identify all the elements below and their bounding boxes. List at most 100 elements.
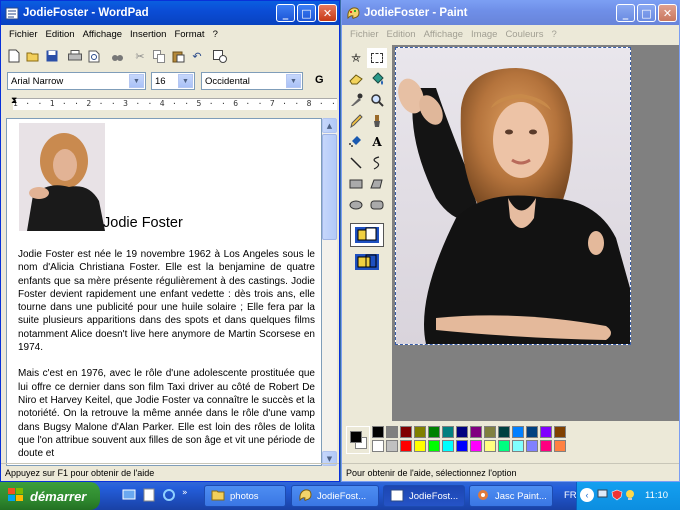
menu-image[interactable]: Image <box>467 29 501 40</box>
copy-icon[interactable] <box>150 47 168 65</box>
start-button[interactable]: démarrer <box>0 482 100 510</box>
rounded-rect-icon[interactable] <box>367 195 387 215</box>
print-preview-icon[interactable] <box>85 47 103 65</box>
task-jodie-paint[interactable]: JodieFost... <box>291 485 379 507</box>
notepad-icon[interactable] <box>142 488 156 505</box>
notification-icon[interactable] <box>625 489 635 504</box>
menu-affichage[interactable]: Affichage <box>79 29 126 40</box>
network-icon[interactable] <box>597 489 609 504</box>
palette-swatch[interactable] <box>442 426 454 438</box>
language-indicator[interactable]: FR <box>564 490 577 501</box>
wordpad-titlebar[interactable]: JodieFoster - WordPad _ □ ✕ <box>1 1 339 25</box>
selection-option-opaque-icon[interactable] <box>350 223 384 247</box>
palette-swatch[interactable] <box>470 426 482 438</box>
palette-swatch[interactable] <box>372 426 384 438</box>
find-icon[interactable] <box>108 47 126 65</box>
palette-swatch[interactable] <box>414 426 426 438</box>
palette-swatch[interactable] <box>512 426 524 438</box>
palette-swatch[interactable] <box>428 440 440 452</box>
menu-help[interactable]: ? <box>209 29 222 40</box>
scroll-thumb[interactable] <box>322 134 337 240</box>
document-scrollbar[interactable]: ▲ ▼ <box>322 118 337 466</box>
minimize-button[interactable]: _ <box>616 4 635 22</box>
save-icon[interactable] <box>43 47 61 65</box>
paint-titlebar[interactable]: JodieFoster - Paint _ □ ✕ <box>342 1 679 25</box>
palette-swatch[interactable] <box>386 426 398 438</box>
rectangle-icon[interactable] <box>346 174 366 194</box>
ie-icon[interactable] <box>162 488 176 505</box>
task-jasc-paint[interactable]: Jasc Paint... <box>469 485 553 507</box>
brush-icon[interactable] <box>367 111 387 131</box>
paste-icon[interactable] <box>169 47 187 65</box>
palette-swatch[interactable] <box>540 426 552 438</box>
palette-swatch[interactable] <box>498 426 510 438</box>
document-area[interactable]: Jodie Foster Jodie Foster est née le 19 … <box>6 118 322 466</box>
palette-swatch[interactable] <box>456 440 468 452</box>
palette-swatch[interactable] <box>414 440 426 452</box>
close-button[interactable]: ✕ <box>318 4 337 22</box>
palette-swatch[interactable] <box>484 426 496 438</box>
palette-swatch[interactable] <box>470 440 482 452</box>
security-shield-icon[interactable] <box>611 489 623 504</box>
tray-arrow-icon[interactable]: ‹ <box>580 488 594 502</box>
desktop-icon[interactable] <box>122 488 136 505</box>
open-icon[interactable] <box>24 47 42 65</box>
fill-icon[interactable] <box>367 69 387 89</box>
palette-swatch[interactable] <box>498 440 510 452</box>
font-size-select[interactable]: 16 ▼ <box>151 72 195 90</box>
close-button[interactable]: ✕ <box>658 4 677 22</box>
menu-help[interactable]: ? <box>547 29 560 40</box>
menu-fichier[interactable]: Fichier <box>5 29 42 40</box>
palette-swatch[interactable] <box>512 440 524 452</box>
pencil-icon[interactable] <box>346 111 366 131</box>
insert-date-icon[interactable] <box>211 47 229 65</box>
text-icon[interactable]: A <box>367 132 387 152</box>
print-icon[interactable] <box>66 47 84 65</box>
menu-edition[interactable]: Edition <box>42 29 79 40</box>
current-colors[interactable] <box>346 426 370 454</box>
font-name-select[interactable]: Arial Narrow ▼ <box>7 72 146 90</box>
palette-swatch[interactable] <box>442 440 454 452</box>
menu-couleurs[interactable]: Couleurs <box>501 29 547 40</box>
palette-swatch[interactable] <box>540 440 552 452</box>
clock[interactable]: 11:10 <box>645 490 668 501</box>
palette-swatch[interactable] <box>554 440 566 452</box>
palette-swatch[interactable] <box>456 426 468 438</box>
script-select[interactable]: Occidental ▼ <box>201 72 303 90</box>
minimize-button[interactable]: _ <box>276 4 295 22</box>
palette-swatch[interactable] <box>386 440 398 452</box>
ellipse-icon[interactable] <box>346 195 366 215</box>
palette-swatch[interactable] <box>400 440 412 452</box>
menu-edition[interactable]: Edition <box>383 29 420 40</box>
palette-swatch[interactable] <box>428 426 440 438</box>
maximize-button[interactable]: □ <box>637 4 656 22</box>
indent-marker-icon[interactable]: ⧗ <box>11 96 17 106</box>
eraser-icon[interactable] <box>346 69 366 89</box>
palette-swatch[interactable] <box>372 440 384 452</box>
palette-swatch[interactable] <box>526 440 538 452</box>
free-select-icon[interactable]: ⛤ <box>346 48 366 68</box>
task-jodie-wordpad[interactable]: JodieFost... <box>383 485 465 507</box>
task-photos[interactable]: photos <box>204 485 286 507</box>
canvas-image[interactable] <box>395 47 631 345</box>
polygon-icon[interactable] <box>367 174 387 194</box>
rect-select-icon[interactable] <box>367 48 387 68</box>
maximize-button[interactable]: □ <box>297 4 316 22</box>
magnifier-icon[interactable] <box>367 90 387 110</box>
palette-swatch[interactable] <box>484 440 496 452</box>
menu-fichier[interactable]: Fichier <box>346 29 383 40</box>
line-icon[interactable] <box>346 153 366 173</box>
more-icon[interactable]: » <box>182 488 188 505</box>
menu-affichage[interactable]: Affichage <box>420 29 467 40</box>
bold-button[interactable]: G <box>315 74 324 86</box>
airbrush-icon[interactable] <box>346 132 366 152</box>
scroll-up-button[interactable]: ▲ <box>322 118 337 133</box>
curve-icon[interactable] <box>367 153 387 173</box>
undo-icon[interactable]: ↶ <box>188 47 206 65</box>
menu-insertion[interactable]: Insertion <box>126 29 170 40</box>
palette-swatch[interactable] <box>554 426 566 438</box>
new-icon[interactable] <box>5 47 23 65</box>
menu-format[interactable]: Format <box>170 29 208 40</box>
palette-swatch[interactable] <box>400 426 412 438</box>
cut-icon[interactable]: ✂ <box>131 47 149 65</box>
